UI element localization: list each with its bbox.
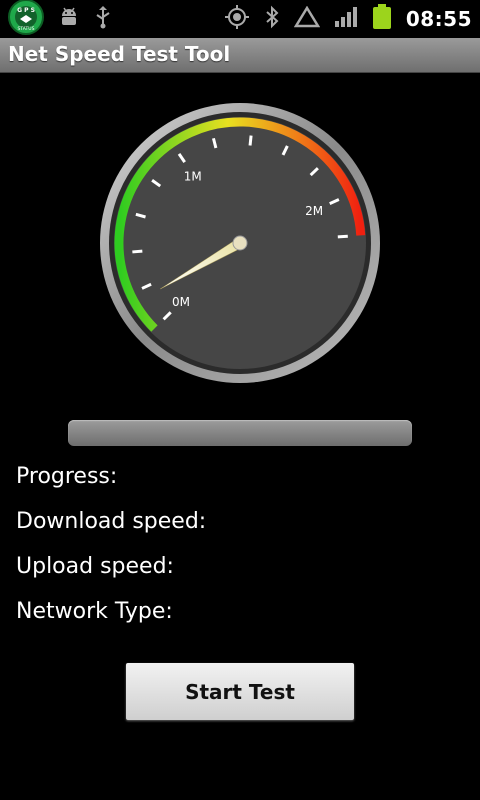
gauge-tick xyxy=(337,234,348,239)
bluetooth-icon xyxy=(264,5,280,33)
gps-status-app-icon: G P S STATUS xyxy=(8,0,44,39)
android-debug-icon xyxy=(58,6,80,32)
upload-speed-label: Upload speed: xyxy=(16,554,174,579)
speed-gauge: 0M 1M 2M xyxy=(90,98,390,392)
app-badge-text: G P S xyxy=(17,7,35,14)
battery-icon xyxy=(372,4,392,34)
gps-icon xyxy=(224,4,250,34)
status-bar: G P S STATUS 08:55 xyxy=(0,0,480,38)
download-speed-label: Download speed: xyxy=(16,509,207,534)
progress-bar xyxy=(68,420,412,446)
app-badge-subtext: STATUS xyxy=(18,26,35,32)
gauge-label-0: 0M xyxy=(172,295,190,309)
gauge-tick xyxy=(132,249,143,254)
status-bar-right: 08:55 xyxy=(224,2,472,36)
gauge-needle-hub xyxy=(232,235,248,251)
network-type-label: Network Type: xyxy=(16,599,173,624)
gauge-label-1: 1M xyxy=(184,169,202,183)
progress-label: Progress: xyxy=(16,464,118,489)
app-title: Net Speed Test Tool xyxy=(8,42,231,66)
clock: 08:55 xyxy=(405,7,472,31)
status-bar-left: G P S STATUS xyxy=(8,0,112,39)
start-test-button[interactable]: Start Test xyxy=(126,663,354,720)
gauge-tick xyxy=(248,135,253,146)
title-bar: Net Speed Test Tool xyxy=(0,38,480,73)
signal-bars-icon xyxy=(334,6,358,32)
usb-icon xyxy=(94,5,112,33)
signal-triangle-icon xyxy=(293,5,321,32)
gauge-label-2: 2M xyxy=(305,204,323,218)
